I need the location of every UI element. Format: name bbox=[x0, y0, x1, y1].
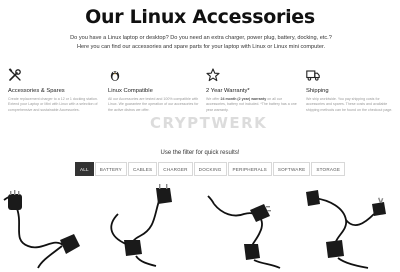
feature-title: Accessories & Spares bbox=[8, 88, 65, 94]
power-cable-swiss-plug-icon bbox=[207, 195, 281, 269]
feature-title: Linux Compatible bbox=[108, 88, 153, 94]
product-card[interactable] bbox=[2, 184, 94, 272]
product-card[interactable] bbox=[302, 184, 394, 272]
filter-docking[interactable]: DOCKING bbox=[193, 162, 227, 176]
filter-cables[interactable]: CABLES bbox=[127, 162, 158, 176]
star-icon bbox=[206, 68, 220, 82]
power-cable-schuko-plug-icon bbox=[110, 184, 172, 267]
watermark: CRYPTWERK bbox=[150, 114, 268, 132]
product-card[interactable] bbox=[204, 184, 296, 272]
tux-penguin-icon bbox=[110, 71, 120, 81]
feature-text: We ship worldwide. You pay shipping cost… bbox=[306, 97, 393, 112]
page-title: Our Linux Accessories bbox=[85, 6, 315, 28]
feature-accessories: Accessories & Spares Create replacement … bbox=[8, 68, 100, 113]
warranty-text-bold: 24 month (2 year) warranty bbox=[220, 97, 267, 101]
feature-warranty: 2 Year Warranty* We offer 24 month (2 ye… bbox=[206, 68, 298, 113]
intro-text: Do you have a Linux laptop or desktop? D… bbox=[70, 35, 332, 50]
wrench-screwdriver-icon bbox=[8, 68, 21, 81]
feature-linux: Linux Compatible All our Accessories are… bbox=[108, 68, 200, 113]
power-cable-swiss-plug-icon bbox=[3, 190, 80, 269]
filter-all[interactable]: ALL bbox=[75, 162, 94, 176]
filter-software[interactable]: SOFTWARE bbox=[272, 162, 311, 176]
filter-battery[interactable]: BATTERY bbox=[94, 162, 127, 176]
filter-storage[interactable]: STORAGE bbox=[311, 162, 346, 176]
power-cable-australian-plug-icon bbox=[306, 190, 386, 269]
product-grid bbox=[0, 184, 400, 272]
truck-icon bbox=[306, 70, 320, 81]
warranty-text-pre: We offer bbox=[206, 97, 220, 101]
feature-title: 2 Year Warranty* bbox=[206, 88, 250, 94]
feature-text: We offer 24 month (2 year) warranty on a… bbox=[206, 97, 298, 113]
feature-text: Create replacement charger to a 12 or 1 … bbox=[8, 97, 98, 112]
feature-text: All our Accessories are tested and 100% … bbox=[108, 97, 199, 112]
feature-title: Shipping bbox=[306, 88, 329, 94]
filter-bar: ALL BATTERY CABLES CHARGER DOCKING PERIP… bbox=[75, 162, 346, 176]
filter-heading: Use the filter for quick results! bbox=[160, 150, 240, 156]
filter-peripherals[interactable]: PERIPHERALS bbox=[227, 162, 272, 176]
feature-shipping: Shipping We ship worldwide. You pay ship… bbox=[306, 68, 398, 113]
product-card[interactable] bbox=[100, 184, 192, 272]
filter-charger[interactable]: CHARGER bbox=[158, 162, 193, 176]
